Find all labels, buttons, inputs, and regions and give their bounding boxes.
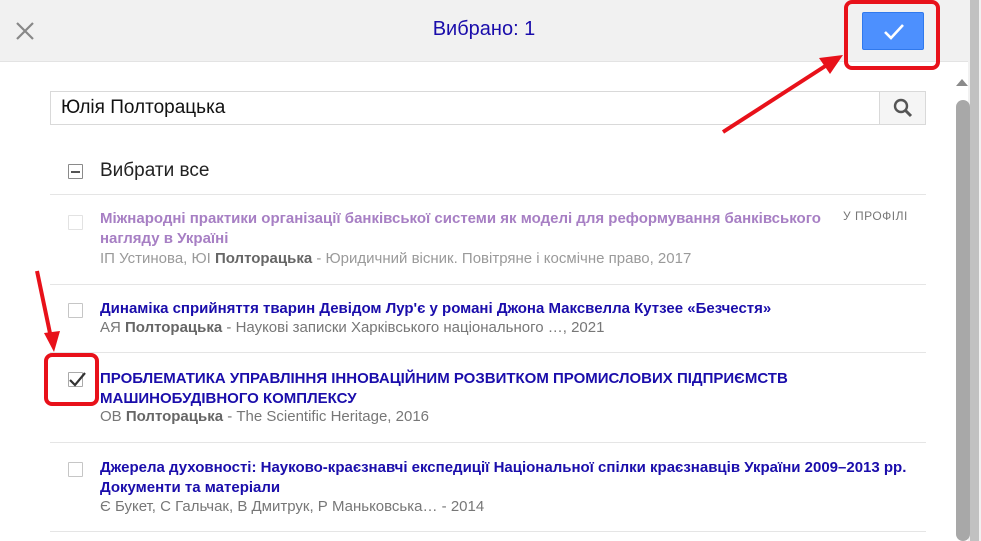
- annotation-arrow-to-checkbox: [35, 270, 60, 352]
- annotation-arrow-to-confirm: [721, 55, 843, 134]
- annotation-arrows: [35, 55, 843, 352]
